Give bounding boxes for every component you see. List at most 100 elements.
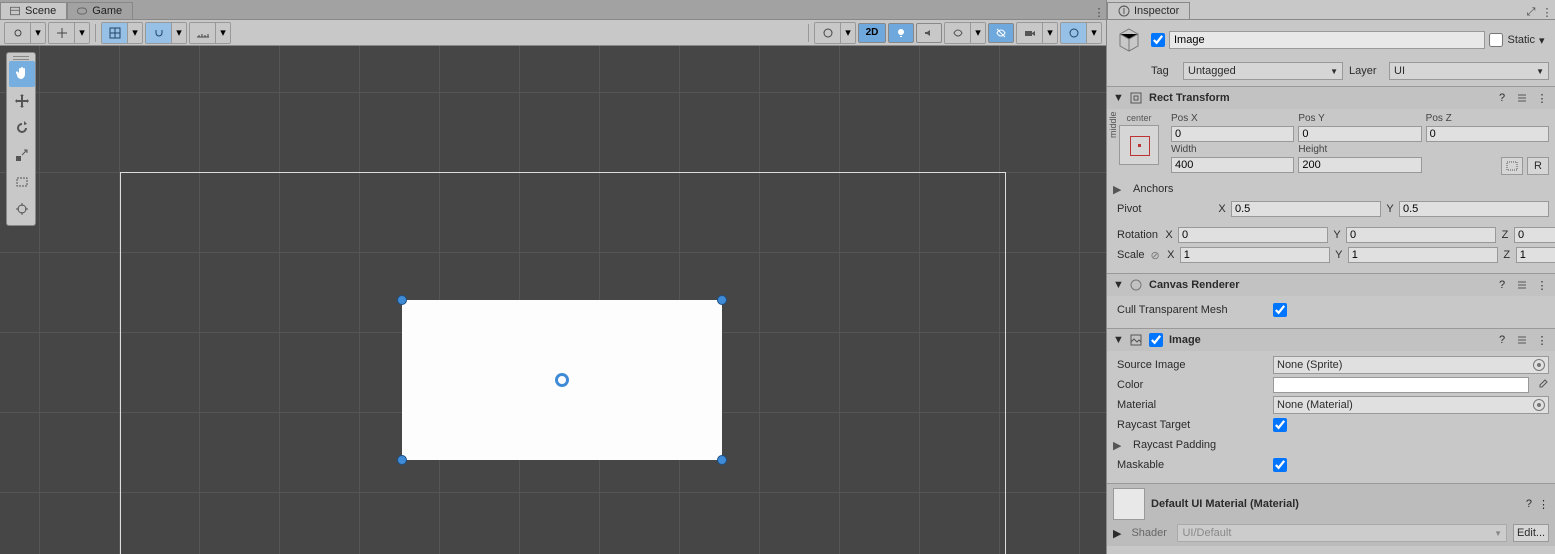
posz-field[interactable]: [1426, 126, 1549, 142]
blueprint-mode-button[interactable]: [1501, 157, 1523, 175]
scale-z-field[interactable]: [1516, 247, 1555, 263]
help-icon[interactable]: ?: [1495, 278, 1509, 292]
resize-handle-br[interactable]: [717, 455, 727, 465]
pivot-center-toggle[interactable]: [5, 23, 31, 43]
constrain-scale-icon[interactable]: ⊘: [1151, 249, 1160, 262]
canvas-renderer-foldout[interactable]: ▼: [1113, 279, 1123, 291]
static-checkbox[interactable]: [1489, 33, 1503, 47]
material-field[interactable]: None (Material): [1273, 396, 1549, 414]
gizmos-toggle[interactable]: [1061, 23, 1087, 43]
material-foldout[interactable]: ▶: [1113, 527, 1121, 540]
scene-panel-menu-icon[interactable]: ⋮: [1092, 6, 1106, 19]
selected-image-rect[interactable]: [402, 300, 722, 460]
image-foldout[interactable]: ▼: [1113, 334, 1123, 346]
increment-dropdown[interactable]: ▾: [216, 23, 230, 43]
snap-dropdown[interactable]: ▾: [172, 23, 186, 43]
fx-toggle[interactable]: [945, 23, 971, 43]
scale-y-field[interactable]: [1348, 247, 1498, 263]
material-section: Default UI Material (Material) ? ⋮ ▶ Sha…: [1107, 483, 1555, 546]
audio-toggle[interactable]: [916, 23, 942, 43]
rect-tool[interactable]: [9, 169, 35, 195]
draw-mode-dropdown[interactable]: ▾: [841, 23, 855, 43]
tab-game[interactable]: Game: [67, 2, 133, 19]
component-menu-icon[interactable]: ⋮: [1535, 91, 1549, 105]
help-icon[interactable]: ?: [1495, 333, 1509, 347]
shader-dropdown[interactable]: UI/Default▼: [1177, 524, 1507, 542]
rot-x-field[interactable]: [1178, 227, 1328, 243]
gameobject-icon[interactable]: [1113, 24, 1145, 56]
resize-handle-tl[interactable]: [397, 295, 407, 305]
gameobject-name-field[interactable]: [1169, 31, 1485, 49]
color-field[interactable]: [1273, 377, 1529, 393]
component-menu-icon[interactable]: ⋮: [1538, 498, 1549, 511]
active-checkbox[interactable]: [1151, 33, 1165, 47]
grid-visibility-toggle[interactable]: [102, 23, 128, 43]
hidden-objects-toggle[interactable]: [988, 23, 1014, 43]
pivot-gizmo[interactable]: [555, 373, 569, 387]
cull-checkbox[interactable]: [1273, 303, 1287, 317]
maskable-checkbox[interactable]: [1273, 458, 1287, 472]
lock-icon[interactable]: ⤢: [1523, 6, 1539, 19]
raw-edit-button[interactable]: R: [1527, 157, 1549, 175]
width-field[interactable]: [1171, 157, 1294, 173]
static-dropdown-icon[interactable]: ▾: [1539, 34, 1549, 47]
camera-button[interactable]: [1017, 23, 1043, 43]
increment-snap-button[interactable]: [190, 23, 216, 43]
hand-tool[interactable]: [9, 61, 35, 87]
raycast-target-checkbox[interactable]: [1273, 418, 1287, 432]
posx-label: Pos X: [1171, 113, 1294, 124]
edit-shader-button[interactable]: Edit...: [1513, 524, 1549, 542]
rotate-tool[interactable]: [9, 115, 35, 141]
anchor-preset-button[interactable]: center middle: [1113, 113, 1165, 175]
tab-inspector[interactable]: i Inspector: [1107, 2, 1190, 19]
tool-grip[interactable]: [9, 56, 33, 60]
inspector-panel: i Inspector ⤢ ⋮ Static ▾ Tag Untag: [1106, 0, 1555, 554]
object-picker-icon[interactable]: [1533, 399, 1545, 411]
tag-dropdown[interactable]: Untagged▼: [1183, 62, 1343, 80]
scale-x-field[interactable]: [1180, 247, 1330, 263]
scale-tool[interactable]: [9, 142, 35, 168]
fx-dropdown[interactable]: ▾: [971, 23, 985, 43]
posx-field[interactable]: [1171, 126, 1294, 142]
rot-y-field[interactable]: [1346, 227, 1496, 243]
resize-handle-tr[interactable]: [717, 295, 727, 305]
height-field[interactable]: [1298, 157, 1421, 173]
object-picker-icon[interactable]: [1533, 359, 1545, 371]
draw-mode-button[interactable]: [815, 23, 841, 43]
toggle-2d[interactable]: 2D: [858, 23, 886, 43]
preset-icon[interactable]: [1515, 91, 1529, 105]
component-menu-icon[interactable]: ⋮: [1535, 333, 1549, 347]
tab-scene[interactable]: Scene: [0, 2, 67, 19]
source-image-field[interactable]: None (Sprite): [1273, 356, 1549, 374]
camera-dropdown[interactable]: ▾: [1043, 23, 1057, 43]
resize-handle-bl[interactable]: [397, 455, 407, 465]
local-dropdown[interactable]: ▾: [75, 23, 89, 43]
preset-icon[interactable]: [1515, 278, 1529, 292]
gizmos-dropdown[interactable]: ▾: [1087, 23, 1101, 43]
layer-dropdown[interactable]: UI▼: [1389, 62, 1549, 80]
transform-tool[interactable]: [9, 196, 35, 222]
lighting-toggle[interactable]: [888, 23, 914, 43]
rect-transform-foldout[interactable]: ▼: [1113, 92, 1123, 104]
raycast-padding-foldout[interactable]: ▶: [1113, 439, 1123, 452]
preset-icon[interactable]: [1515, 333, 1529, 347]
pivot-dropdown[interactable]: ▾: [31, 23, 45, 43]
snap-toggle[interactable]: [146, 23, 172, 43]
pivot-x-field[interactable]: [1231, 201, 1381, 217]
local-global-toggle[interactable]: [49, 23, 75, 43]
pivot-y-field[interactable]: [1399, 201, 1549, 217]
rot-z-field[interactable]: [1514, 227, 1555, 243]
scene-viewport[interactable]: [0, 46, 1106, 554]
posy-field[interactable]: [1298, 126, 1421, 142]
component-menu-icon[interactable]: ⋮: [1535, 278, 1549, 292]
inspector-menu-icon[interactable]: ⋮: [1539, 6, 1555, 19]
eyedropper-icon[interactable]: [1535, 377, 1549, 393]
material-label: Material: [1113, 399, 1267, 411]
material-thumbnail[interactable]: [1113, 488, 1145, 520]
anchors-foldout[interactable]: ▶: [1113, 183, 1123, 196]
help-icon[interactable]: ?: [1526, 498, 1532, 510]
help-icon[interactable]: ?: [1495, 91, 1509, 105]
image-enabled-checkbox[interactable]: [1149, 333, 1163, 347]
grid-dropdown[interactable]: ▾: [128, 23, 142, 43]
move-tool[interactable]: [9, 88, 35, 114]
